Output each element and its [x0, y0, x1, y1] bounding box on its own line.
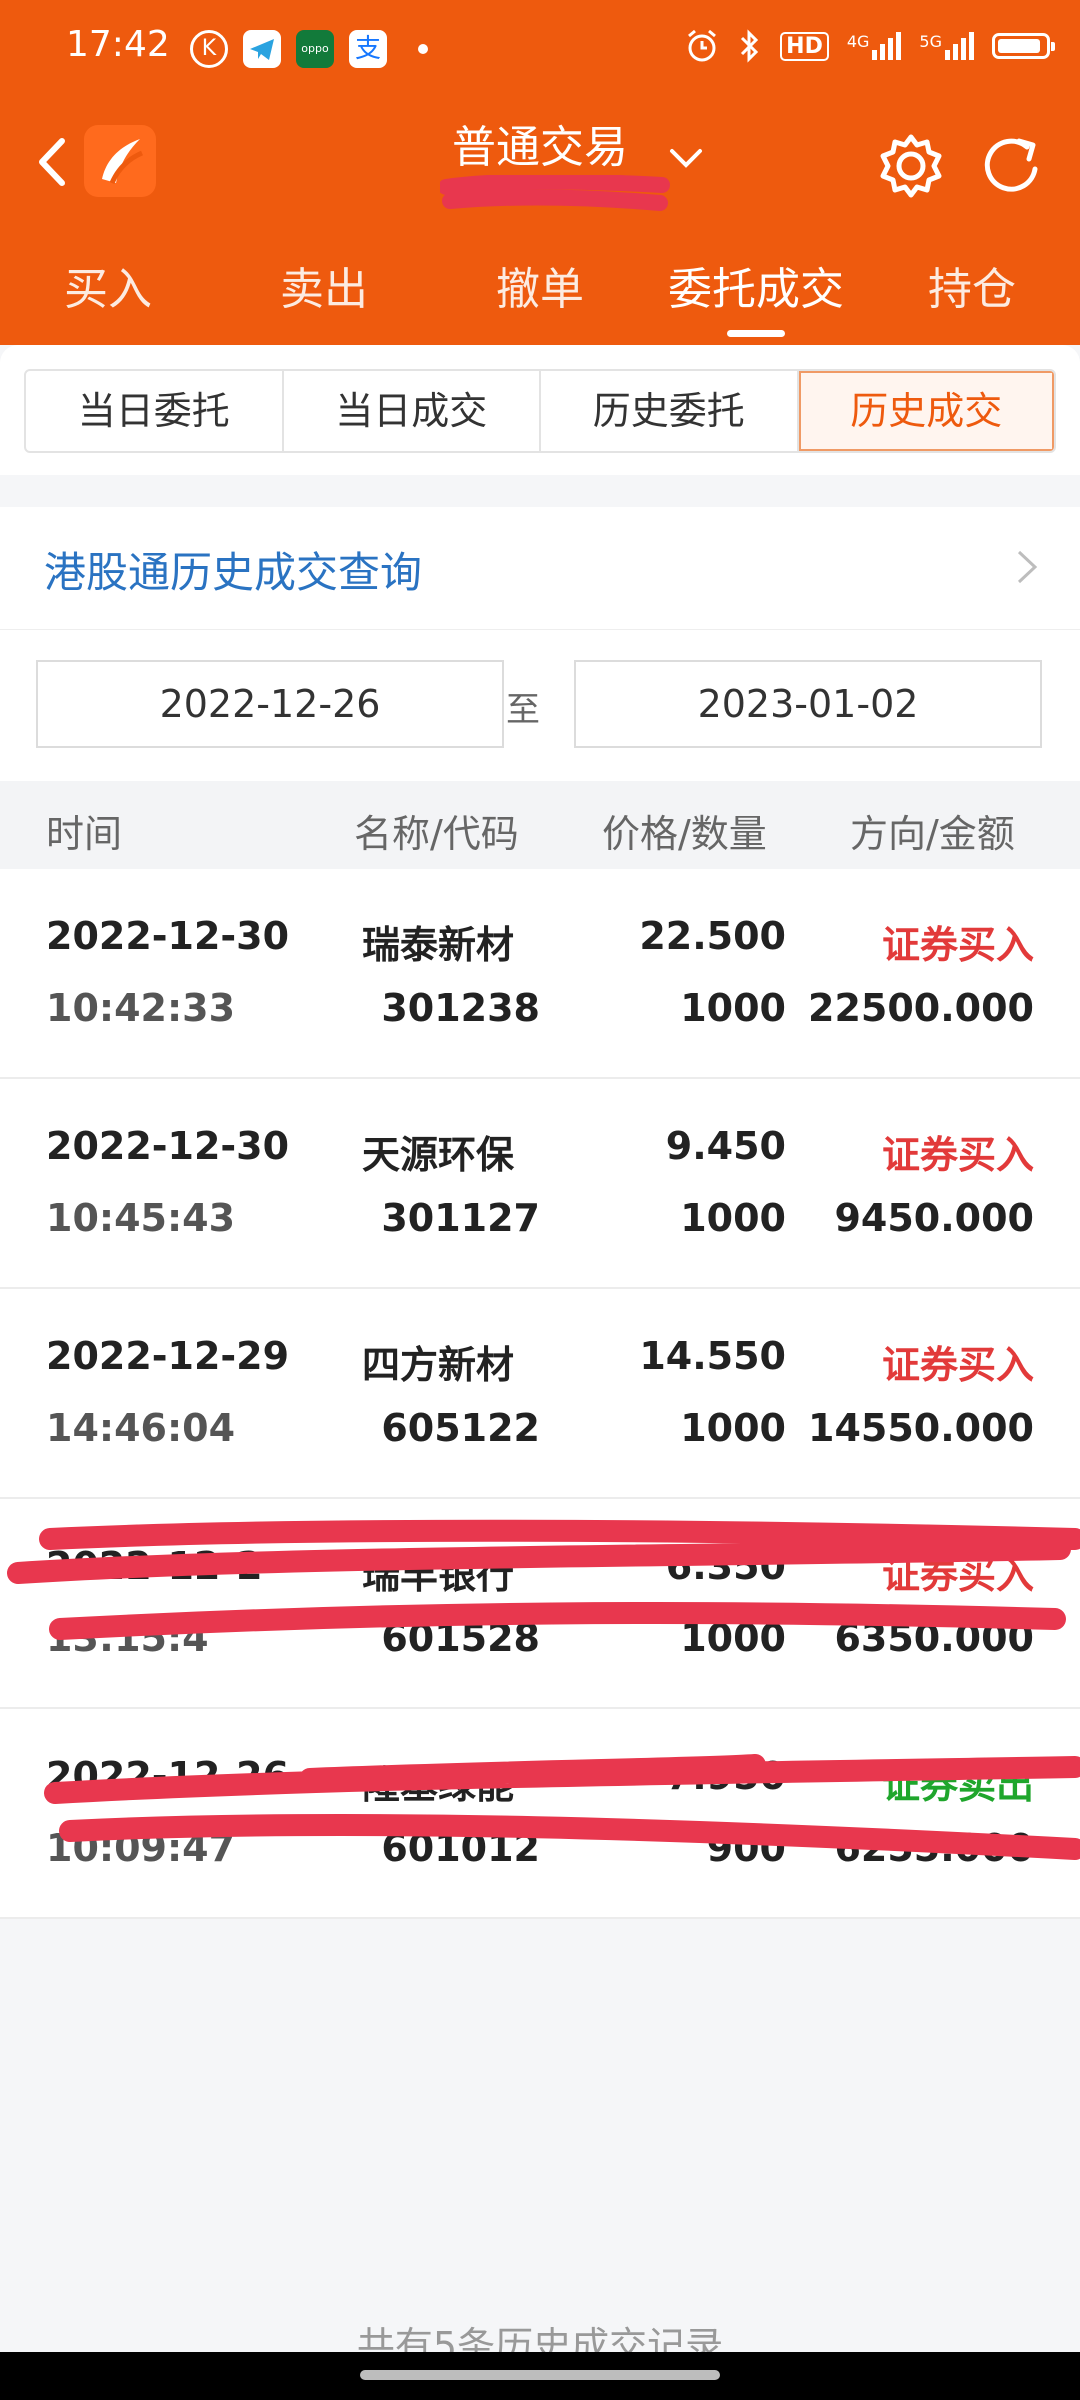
row-qty: 1000 [680, 986, 786, 1030]
row-direction: 证券买入 [881, 923, 1034, 967]
col-direction-amount: 方向/金额 [850, 812, 1015, 856]
table-row[interactable]: 2022-12-2 13:15:4 瑞丰银行 601528 6.350 1000… [0, 1499, 1080, 1709]
redaction-scribble [7, 1519, 1080, 1640]
subtab-today-deals[interactable]: 当日成交 [284, 371, 541, 451]
subtab-history-orders[interactable]: 历史委托 [541, 371, 799, 451]
status-icons: HD 4G 5G [684, 28, 1055, 64]
hd-icon: HD [780, 31, 829, 61]
row-date: 2022-12-26 [46, 1754, 290, 1798]
subtab-history-deals[interactable]: 历史成交 [798, 371, 1054, 451]
tab-sell[interactable]: 卖出 [216, 245, 432, 335]
row-name: 隆基绿能 [362, 1763, 515, 1807]
row-time: 14:46:04 [46, 1406, 236, 1450]
table-row[interactable]: 2022-12-30 10:45:43 天源环保 301127 9.450 10… [0, 1079, 1080, 1289]
row-price: 6.350 [665, 1544, 786, 1588]
table-row[interactable]: 2022-12-29 14:46:04 四方新材 605122 14.550 1… [0, 1289, 1080, 1499]
row-date: 2022-12-30 [46, 914, 290, 958]
status-bar: 17:42 K oppo 支 HD 4G 5G [0, 0, 1080, 95]
subtab-today-orders[interactable]: 当日委托 [26, 371, 284, 451]
gear-icon[interactable] [876, 131, 946, 201]
net-label-4g: 4G [846, 32, 870, 51]
segmented-control: 当日委托 当日成交 历史委托 历史成交 [24, 369, 1056, 453]
battery-icon [992, 33, 1055, 59]
telegram-icon [243, 30, 281, 68]
row-price: 9.450 [665, 1124, 786, 1168]
row-qty: 900 [706, 1826, 786, 1870]
row-amount: 6255.000 [834, 1826, 1034, 1870]
deals-list: 2022-12-30 10:42:33 瑞泰新材 301238 22.500 1… [0, 869, 1080, 1919]
alipay-icon: 支 [349, 30, 387, 68]
row-amount: 22500.000 [808, 986, 1034, 1030]
status-time: 17:42 [66, 24, 170, 65]
row-price: 7.950 [665, 1754, 786, 1798]
table-header: 时间 名称/代码 价格/数量 方向/金额 [0, 781, 1080, 869]
tab-positions[interactable]: 持仓 [864, 245, 1080, 335]
row-direction: 证券买入 [881, 1343, 1034, 1387]
chevron-right-icon [1017, 550, 1038, 584]
home-indicator[interactable] [360, 2370, 720, 2380]
k-app-icon: K [190, 30, 228, 68]
col-time: 时间 [46, 812, 123, 856]
col-price-qty: 价格/数量 [602, 812, 767, 856]
row-code: 301238 [381, 986, 540, 1030]
row-date: 2022-12-30 [46, 1124, 290, 1168]
row-name: 瑞泰新材 [362, 923, 515, 967]
row-time: 13:15:4 [46, 1616, 209, 1660]
row-date: 2022-12-29 [46, 1334, 290, 1378]
start-date-field[interactable]: 2022-12-26 [36, 660, 504, 748]
col-name-code: 名称/代码 [354, 812, 519, 856]
tab-orders-deals[interactable]: 委托成交 [648, 245, 864, 335]
row-direction: 证券卖出 [881, 1763, 1034, 1807]
oppo-icon: oppo [296, 30, 334, 68]
row-direction: 证券买入 [881, 1553, 1034, 1597]
signal-4g-icon: 4G [847, 32, 902, 60]
row-qty: 1000 [680, 1406, 786, 1450]
table-row[interactable]: 2022-12-26 10:09:47 隆基绿能 601012 7.950 90… [0, 1709, 1080, 1919]
content-area: 当日委托 当日成交 历史委托 历史成交 港股通历史成交查询 2022-12-26… [0, 345, 1080, 2400]
end-date-field[interactable]: 2023-01-02 [574, 660, 1042, 748]
net-label-5g: 5G [919, 32, 942, 51]
hk-history-link[interactable]: 港股通历史成交查询 [0, 507, 1080, 629]
date-separator: 至 [506, 690, 540, 730]
sub-tabs-bar: 当日委托 当日成交 历史委托 历史成交 [0, 345, 1080, 475]
row-amount: 14550.000 [808, 1406, 1034, 1450]
chevron-down-icon[interactable] [666, 143, 706, 173]
row-code: 601528 [381, 1616, 540, 1660]
dot-icon [418, 44, 428, 54]
signal-5g-icon: 5G [919, 32, 974, 60]
row-name: 天源环保 [362, 1133, 515, 1177]
row-time: 10:09:47 [46, 1826, 236, 1870]
alarm-icon [688, 29, 717, 62]
redaction-scribble [440, 175, 670, 211]
row-qty: 1000 [680, 1196, 786, 1240]
row-code: 301127 [381, 1196, 540, 1240]
row-price: 14.550 [639, 1334, 786, 1378]
row-name: 四方新材 [362, 1343, 515, 1387]
header-area: 17:42 K oppo 支 HD 4G 5G 普通交易 买入 卖出 撤单 委托… [0, 0, 1080, 345]
row-price: 22.500 [639, 914, 786, 958]
bluetooth-icon [741, 29, 759, 63]
row-direction: 证券买入 [881, 1133, 1034, 1177]
row-time: 10:42:33 [46, 986, 236, 1030]
date-range: 2022-12-26 至 2023-01-02 [0, 629, 1080, 782]
row-code: 605122 [381, 1406, 540, 1450]
tab-cancel[interactable]: 撤单 [432, 245, 648, 335]
nav-bar: 普通交易 [0, 95, 1080, 225]
row-date: 2022-12-2 [46, 1544, 263, 1588]
row-qty: 1000 [680, 1616, 786, 1660]
hk-history-link-label: 港股通历史成交查询 [44, 548, 423, 597]
row-time: 10:45:43 [46, 1196, 236, 1240]
row-code: 601012 [381, 1826, 540, 1870]
table-row[interactable]: 2022-12-30 10:42:33 瑞泰新材 301238 22.500 1… [0, 869, 1080, 1079]
main-tabs: 买入 卖出 撤单 委托成交 持仓 [0, 245, 1080, 335]
refresh-icon[interactable] [975, 131, 1049, 201]
redaction-scribble [44, 1754, 1080, 1860]
row-amount: 9450.000 [834, 1196, 1034, 1240]
row-name: 瑞丰银行 [362, 1553, 515, 1597]
tab-buy[interactable]: 买入 [0, 245, 216, 335]
row-amount: 6350.000 [834, 1616, 1034, 1660]
